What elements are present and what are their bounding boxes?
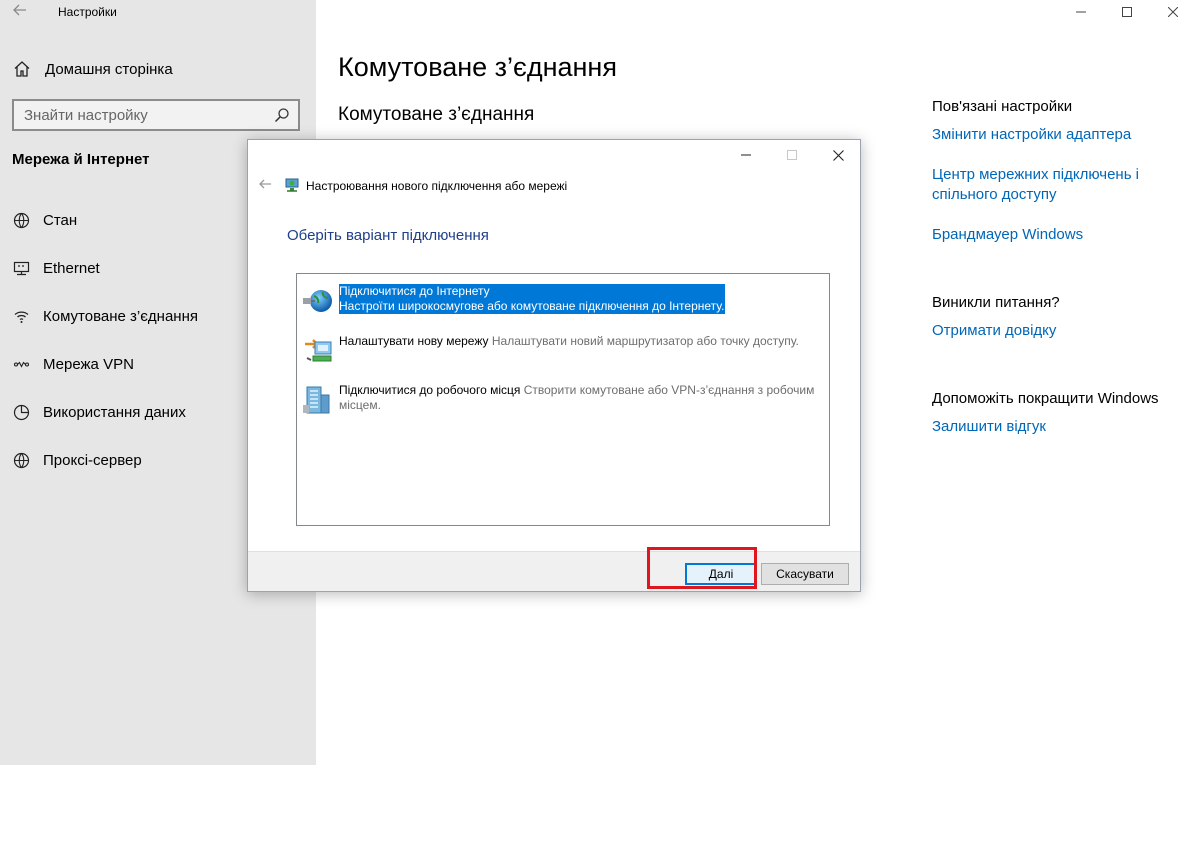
option-description: Налаштувати новий маршрутизатор або точк… — [491, 334, 799, 348]
sidebar-item-data-usage[interactable]: Використання даних — [12, 401, 186, 423]
dialog-heading: Оберіть варіант підключення — [287, 227, 489, 244]
workplace-building-icon — [301, 383, 335, 417]
link-network-center[interactable]: Центр мережних підключень і спільного до… — [932, 165, 1162, 205]
vpn-icon — [12, 355, 30, 373]
ethernet-icon — [12, 259, 30, 277]
sidebar-item-label: Проксі-сервер — [43, 451, 142, 469]
sidebar-item-label: Ethernet — [43, 259, 100, 277]
option-connect-internet[interactable]: Підключитися до Інтернету Настроїти широ… — [301, 284, 726, 324]
page-subtitle: Комутоване з’єднання — [338, 104, 535, 125]
link-adapter-settings[interactable]: Змінити настройки адаптера — [932, 125, 1172, 145]
option-title: Підключитися до Інтернету — [339, 284, 726, 299]
sidebar-item-label: Використання даних — [43, 403, 186, 421]
maximize-icon — [787, 150, 797, 160]
data-usage-icon — [12, 403, 30, 421]
sidebar-item-ethernet[interactable]: Ethernet — [12, 257, 100, 279]
sidebar-item-label: Мережа VPN — [43, 355, 134, 373]
option-title: Підключитися до робочого місця — [339, 383, 521, 397]
app-title: Настройки — [58, 5, 117, 19]
sidebar-item-label: Комутоване з’єднання — [43, 307, 198, 325]
search-input[interactable] — [24, 106, 264, 124]
internet-globe-icon — [301, 284, 335, 318]
sidebar-item-home[interactable]: Домашня сторінка — [12, 58, 173, 80]
home-icon — [12, 59, 32, 79]
option-title: Налаштувати нову мережу — [339, 334, 489, 348]
option-workplace[interactable]: Підключитися до робочого місця Створити … — [301, 383, 829, 423]
section-title: Мережа й Інтернет — [12, 151, 150, 168]
feedback-heading: Допоможіть покращити Windows — [932, 390, 1159, 407]
link-get-help[interactable]: Отримати довідку — [932, 321, 1056, 341]
back-arrow-icon[interactable] — [12, 2, 32, 22]
option-description: Настроїти широкосмугове або комутоване п… — [339, 299, 726, 314]
minimize-button[interactable] — [1058, 0, 1104, 24]
next-button-highlight-annotation — [647, 547, 757, 589]
maximize-icon — [1122, 7, 1132, 17]
router-icon — [301, 334, 335, 368]
sidebar-item-proxy[interactable]: Проксі-сервер — [12, 449, 142, 471]
new-connection-dialog: Настроювання нового підключення або мере… — [247, 139, 861, 592]
related-settings-heading: Пов'язані настройки — [932, 98, 1073, 115]
dialog-back-icon[interactable] — [258, 177, 274, 193]
dialup-icon — [12, 307, 30, 325]
search-icon[interactable] — [274, 107, 290, 123]
close-button[interactable] — [1150, 0, 1196, 24]
option-new-network[interactable]: Налаштувати нову мережу Налаштувати нови… — [301, 334, 799, 374]
dialog-footer: Далі Скасувати — [248, 551, 860, 591]
sidebar-item-label: Домашня сторінка — [45, 60, 173, 78]
sidebar-item-status[interactable]: Стан — [12, 209, 77, 231]
dialog-maximize-button — [772, 144, 812, 166]
connection-options-list[interactable]: Підключитися до Інтернету Настроїти широ… — [296, 273, 830, 526]
minimize-icon — [741, 154, 751, 156]
maximize-button[interactable] — [1104, 0, 1150, 24]
globe-status-icon — [12, 211, 30, 229]
minimize-icon — [1076, 11, 1086, 13]
network-setup-icon — [284, 177, 300, 193]
link-feedback[interactable]: Залишити відгук — [932, 417, 1046, 437]
search-box[interactable] — [12, 99, 300, 131]
dialog-close-button[interactable] — [818, 144, 858, 166]
sidebar-item-vpn[interactable]: Мережа VPN — [12, 353, 134, 375]
close-icon — [832, 149, 844, 161]
close-icon — [1168, 7, 1178, 17]
link-firewall[interactable]: Брандмауер Windows — [932, 225, 1172, 245]
globe-icon — [12, 451, 30, 469]
dialog-minimize-button[interactable] — [726, 144, 766, 166]
cancel-button[interactable]: Скасувати — [761, 563, 849, 585]
page-title: Комутоване з’єднання — [338, 52, 617, 82]
dialog-title: Настроювання нового підключення або мере… — [306, 179, 568, 193]
sidebar-item-dialup[interactable]: Комутоване з’єднання — [12, 305, 198, 327]
questions-heading: Виникли питання? — [932, 294, 1060, 311]
sidebar-item-label: Стан — [43, 211, 78, 229]
